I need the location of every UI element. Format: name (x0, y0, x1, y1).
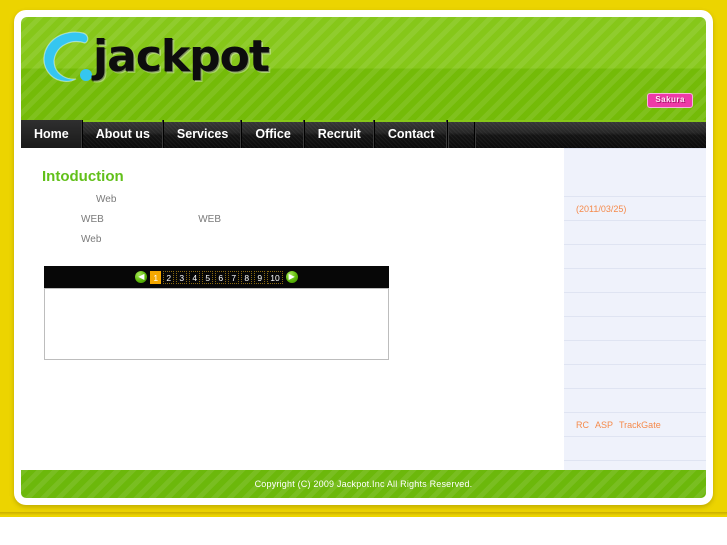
nav-divider (474, 122, 475, 148)
sidebar-row-links: RC ASP TrackGate (564, 413, 706, 437)
sidebar-row (564, 389, 706, 413)
sidebar-row-date[interactable]: (2011/03/25) (564, 197, 706, 221)
pagination-page-10[interactable]: 10 (267, 270, 283, 284)
main-navigation: Home About us Services Office Recruit Co… (21, 120, 706, 148)
pagination-page-1[interactable]: 1 (150, 270, 162, 284)
site-frame: jackpot Sakura Home About us Services Of… (14, 10, 713, 505)
pagination-page-3[interactable]: 3 (176, 270, 188, 284)
sidebar-date-label: (2011/03/25) (576, 203, 627, 214)
logo-swoosh-icon (43, 31, 92, 82)
main-column: Intoduction Web WEB WEB Web ◀ 1 2 3 4 5 … (21, 148, 564, 470)
sidebar-link-trackgate[interactable]: TrackGate (619, 420, 661, 430)
sidebar-row (564, 365, 706, 389)
page-title: Intoduction (42, 168, 124, 185)
sidebar-row (564, 173, 706, 197)
nav-item-services[interactable]: Services (164, 120, 243, 148)
page-background-edge (0, 512, 727, 517)
nav-filler (448, 120, 706, 148)
sidebar-row (564, 221, 706, 245)
site-header: jackpot Sakura (21, 17, 706, 120)
content-line: Web (96, 194, 117, 205)
site-footer: Copyright (C) 2009 Jackpot.Inc All Right… (21, 470, 706, 498)
sakura-badge[interactable]: Sakura (647, 93, 693, 108)
sidebar-link-asp[interactable]: ASP (595, 420, 613, 430)
page-body: Intoduction Web WEB WEB Web ◀ 1 2 3 4 5 … (21, 148, 706, 471)
pagination-page-5[interactable]: 5 (202, 270, 214, 284)
arrow-right-icon[interactable]: ▶ (285, 271, 298, 283)
arrow-left-icon[interactable]: ◀ (135, 271, 148, 283)
sidebar-row (564, 437, 706, 461)
content-box (44, 288, 389, 360)
content-line: Web (81, 234, 102, 245)
pagination-page-7[interactable]: 7 (228, 270, 240, 284)
content-line: WEB WEB (81, 214, 222, 225)
sidebar-row (564, 149, 706, 173)
sidebar-link-rc[interactable]: RC (576, 420, 589, 430)
logo-wordmark: jackpot (93, 31, 270, 82)
copyright-text: Copyright (C) 2009 Jackpot.Inc All Right… (254, 479, 473, 489)
nav-item-recruit[interactable]: Recruit (305, 120, 375, 148)
nav-item-home[interactable]: Home (21, 120, 83, 148)
pagination-page-8[interactable]: 8 (241, 270, 253, 284)
pagination-page-2[interactable]: 2 (163, 270, 175, 284)
pagination-bar: ◀ 1 2 3 4 5 6 7 8 9 10 ▶ (44, 266, 389, 288)
pagination-page-6[interactable]: 6 (215, 270, 227, 284)
nav-item-office[interactable]: Office (242, 120, 305, 148)
site-logo[interactable]: jackpot (39, 27, 289, 87)
pagination-page-9[interactable]: 9 (254, 270, 266, 284)
sidebar-row (564, 341, 706, 365)
nav-item-about-us[interactable]: About us (83, 120, 164, 148)
nav-item-contact[interactable]: Contact (375, 120, 449, 148)
pagination-page-4[interactable]: 4 (189, 270, 201, 284)
sidebar: (2011/03/25) RC ASP TrackGate (564, 148, 706, 471)
sidebar-row (564, 269, 706, 293)
sidebar-row (564, 245, 706, 269)
sidebar-row (564, 317, 706, 341)
sidebar-row (564, 293, 706, 317)
